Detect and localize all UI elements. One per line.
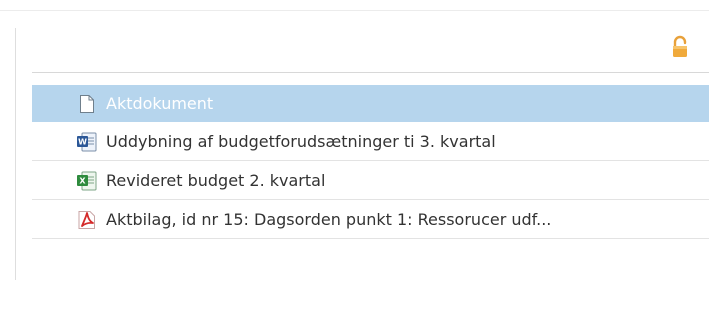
top-divider: [0, 10, 709, 11]
document-label: Revideret budget 2. kvartal: [106, 171, 326, 190]
document-label: Aktbilag, id nr 15: Dagsorden punkt 1: R…: [106, 210, 552, 229]
word-document-icon: W: [74, 131, 100, 153]
document-panel: Aktdokument W Uddybning af budgetforudsæ…: [32, 30, 709, 239]
pdf-document-icon: [74, 209, 100, 231]
list-item[interactable]: Aktbilag, id nr 15: Dagsorden punkt 1: R…: [32, 201, 709, 239]
left-divider: [15, 28, 16, 280]
svg-text:W: W: [78, 137, 87, 146]
blank-document-icon: [74, 93, 100, 115]
list-item[interactable]: W Uddybning af budgetforudsætninger ti 3…: [32, 123, 709, 161]
document-label: Uddybning af budgetforudsætninger ti 3. …: [106, 132, 496, 151]
document-label: Aktdokument: [106, 94, 214, 113]
unlocked-padlock-icon[interactable]: [669, 34, 691, 60]
list-item[interactable]: X Revideret budget 2. kvartal: [32, 162, 709, 200]
excel-spreadsheet-icon: X: [74, 170, 100, 192]
panel-header: [32, 30, 709, 73]
document-list: Aktdokument W Uddybning af budgetforudsæ…: [32, 85, 709, 239]
svg-text:X: X: [79, 176, 86, 185]
list-item[interactable]: Aktdokument: [32, 85, 709, 122]
